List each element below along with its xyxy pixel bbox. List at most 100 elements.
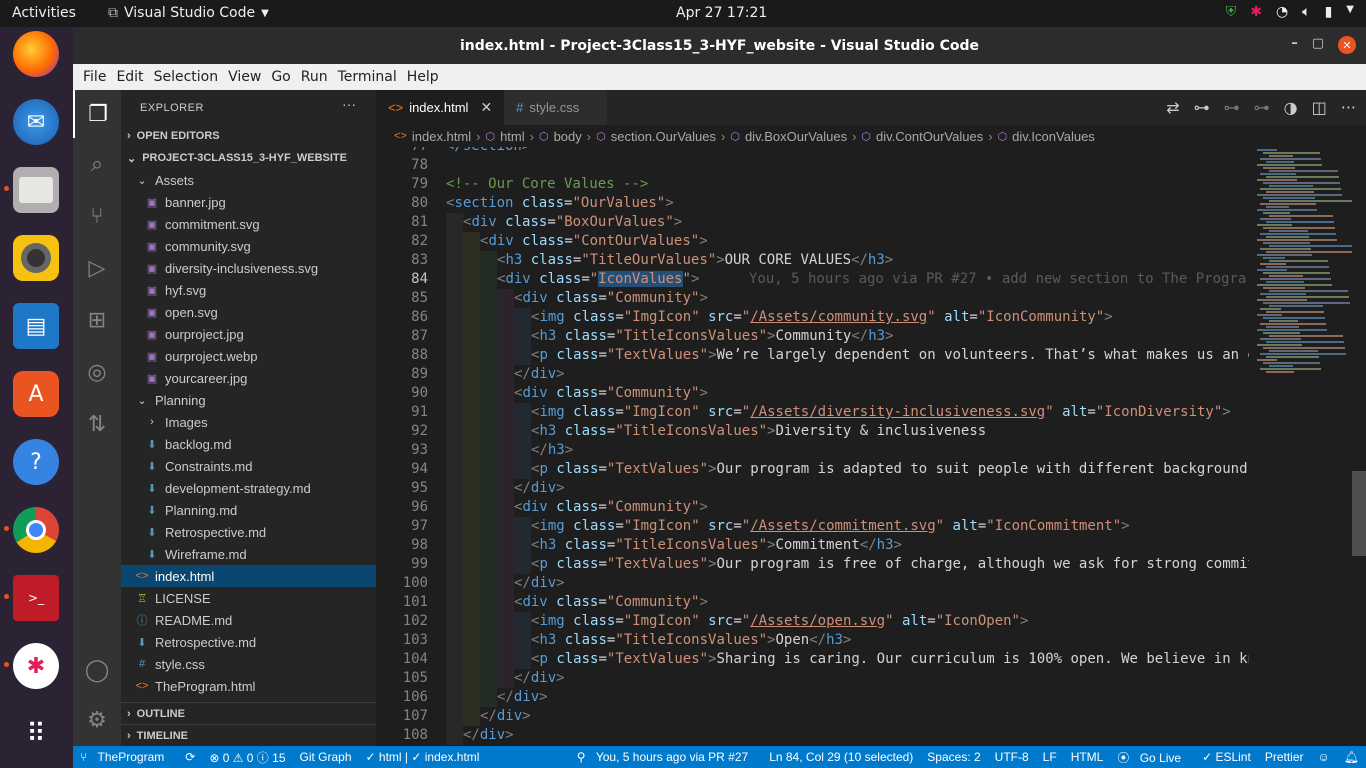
tree-item[interactable]: # style.css: [121, 653, 376, 675]
search-icon[interactable]: ⌕: [73, 140, 121, 188]
git-graph-button[interactable]: Git Graph: [293, 750, 359, 764]
menu-view[interactable]: View: [223, 69, 266, 85]
sync-icon[interactable]: ⟳: [178, 750, 202, 764]
breadcrumb-item[interactable]: index.html: [412, 129, 471, 144]
maximize-icon[interactable]: ▢: [1312, 36, 1324, 54]
explorer-icon[interactable]: ❐: [73, 90, 121, 138]
tab-style-css[interactable]: # style.css: [504, 90, 608, 125]
outline-section[interactable]: › OUTLINE: [121, 702, 376, 724]
menu-file[interactable]: File: [78, 69, 111, 85]
code-line[interactable]: 87 <h3 class="TitleIconsValues">Community…: [376, 327, 1249, 346]
pull-requests-icon[interactable]: ⇅: [73, 400, 121, 448]
code-line[interactable]: 95 </div>: [376, 479, 1249, 498]
tree-item[interactable]: ⬇ Retrospective.md: [121, 631, 376, 653]
tree-item[interactable]: ♖ LICENSE: [121, 587, 376, 609]
menu-selection[interactable]: Selection: [149, 69, 224, 85]
thunderbird-icon[interactable]: ✉: [13, 99, 59, 145]
software-center-icon[interactable]: A: [13, 371, 59, 417]
menu-help[interactable]: Help: [402, 69, 444, 85]
menu-run[interactable]: Run: [296, 69, 333, 85]
help-icon[interactable]: ?: [13, 439, 59, 485]
tree-item[interactable]: ⬇ Planning.md: [121, 499, 376, 521]
end-of-line[interactable]: LF: [1036, 750, 1064, 764]
accounts-icon[interactable]: ◯: [73, 646, 121, 694]
project-section[interactable]: ⌄ PROJECT-3CLASS15_3-HYF_WEBSITE: [121, 147, 376, 169]
firefox-icon[interactable]: [13, 31, 59, 77]
code-line[interactable]: 93 </h3>: [376, 441, 1249, 460]
tree-item[interactable]: ▣ diversity-inclusiveness.svg: [121, 257, 376, 279]
code-line[interactable]: 104 <p class="TextValues">Sharing is cari…: [376, 650, 1249, 669]
run-debug-icon[interactable]: ▷: [73, 244, 121, 292]
shield-icon[interactable]: ⛨: [1226, 4, 1237, 20]
editor-scrollbar[interactable]: [1352, 147, 1366, 746]
branch-indicator[interactable]: ⑂ TheProgram: [73, 750, 178, 764]
tree-item[interactable]: ⬇ development-strategy.md: [121, 477, 376, 499]
breadcrumb-item[interactable]: div.BoxOurValues: [745, 129, 847, 144]
tree-item[interactable]: ⬇ Retrospective.md: [121, 521, 376, 543]
code-line[interactable]: 106 </div>: [376, 688, 1249, 707]
chrome-icon[interactable]: [13, 507, 59, 553]
tree-item[interactable]: › Images: [121, 411, 376, 433]
chevron-down-icon[interactable]: ▼: [1346, 4, 1354, 20]
go-live-button[interactable]: ⦿ Go Live: [1110, 749, 1195, 766]
toggle-blame-icon[interactable]: ◑: [1284, 98, 1298, 117]
code-line[interactable]: 96 <div class="Community">: [376, 498, 1249, 517]
code-line[interactable]: 80 <section class="OurValues">: [376, 194, 1249, 213]
tree-item[interactable]: ▣ commitment.svg: [121, 213, 376, 235]
tree-item[interactable]: ⌄ Assets: [121, 169, 376, 191]
tree-item[interactable]: ⓘ README.md: [121, 609, 376, 631]
open-changes-icon[interactable]: ⇄: [1166, 98, 1179, 117]
code-line[interactable]: 83 <h3 class="TitleOurValues">OUR CORE VA…: [376, 251, 1249, 270]
more-actions-icon[interactable]: ···: [1341, 98, 1356, 117]
indentation[interactable]: Spaces: 2: [920, 750, 987, 764]
feedback-icon[interactable]: ☺: [1311, 750, 1337, 764]
terminal-icon[interactable]: >_: [13, 575, 59, 621]
code-line[interactable]: 92 <h3 class="TitleIconsValues">Diversity…: [376, 422, 1249, 441]
git-blame-indicator[interactable]: ⚲ You, 5 hours ago via PR #27: [570, 750, 762, 764]
code-line[interactable]: 84 <div class="IconValues"> You, 5 hours a…: [376, 270, 1249, 289]
next-change-icon[interactable]: ⊶: [1254, 98, 1270, 117]
breadcrumb-item[interactable]: html: [500, 129, 525, 144]
code-line[interactable]: 86 <img class="ImgIcon" src="/Assets/comm…: [376, 308, 1249, 327]
code-line[interactable]: 94 <p class="TextValues">Our program is a…: [376, 460, 1249, 479]
source-control-icon[interactable]: ⑂: [73, 192, 121, 240]
tree-item[interactable]: ▣ community.svg: [121, 235, 376, 257]
code-line[interactable]: 88 <p class="TextValues">We’re largely de…: [376, 346, 1249, 365]
eslint-status[interactable]: ✓ ESLint: [1195, 750, 1258, 764]
slack-icon[interactable]: ✱: [13, 643, 59, 689]
code-line[interactable]: 98 <h3 class="TitleIconsValues">Commitmen…: [376, 536, 1249, 555]
code-editor[interactable]: 77 </section> 78 79 <!-- Our Core Values -->…: [376, 147, 1249, 746]
code-line[interactable]: 81 <div class="BoxOurValues">: [376, 213, 1249, 232]
battery-icon[interactable]: ▮: [1325, 4, 1333, 20]
volume-icon[interactable]: 🔈︎: [1302, 4, 1310, 20]
breadcrumb-item[interactable]: div.IconValues: [1012, 129, 1095, 144]
tree-item[interactable]: ⬇ Wireframe.md: [121, 543, 376, 565]
tree-item[interactable]: ▣ yourcareer.jpg: [121, 367, 376, 389]
git-graph-icon[interactable]: ◎: [73, 348, 121, 396]
minimap[interactable]: [1249, 147, 1358, 746]
html-validation[interactable]: ✓ html | ✓ index.html: [359, 750, 487, 764]
tree-item[interactable]: ⬇ Constraints.md: [121, 455, 376, 477]
code-line[interactable]: 107 </div>: [376, 707, 1249, 726]
code-line[interactable]: 82 <div class="ContOurValues">: [376, 232, 1249, 251]
more-actions-icon[interactable]: ···: [342, 96, 356, 112]
code-line[interactable]: 89 </div>: [376, 365, 1249, 384]
slack-tray-icon[interactable]: ✱: [1250, 4, 1262, 20]
settings-gear-icon[interactable]: ⚙: [73, 696, 121, 744]
app-menu[interactable]: ⧉ Visual Studio Code ▼: [108, 5, 269, 21]
extensions-icon[interactable]: ⊞: [73, 296, 121, 344]
code-line[interactable]: 78: [376, 156, 1249, 175]
system-tray[interactable]: ⛨ ✱ ◔ 🔈︎ ▮ ▼: [1226, 4, 1354, 20]
code-line[interactable]: 101 <div class="Community">: [376, 593, 1249, 612]
close-tab-icon[interactable]: ✕: [480, 99, 492, 116]
prettier-status[interactable]: Prettier: [1258, 750, 1311, 764]
files-icon[interactable]: [13, 167, 59, 213]
breadcrumb-item[interactable]: div.ContOurValues: [876, 129, 983, 144]
minimize-icon[interactable]: –: [1291, 36, 1298, 54]
breadcrumb-item[interactable]: section.OurValues: [611, 129, 716, 144]
tree-item[interactable]: ⌄ Planning: [121, 389, 376, 411]
code-line[interactable]: 102 <img class="ImgIcon" src="/Assets/ope…: [376, 612, 1249, 631]
tab-index-html[interactable]: <> index.html ✕: [376, 90, 505, 125]
menu-go[interactable]: Go: [266, 69, 295, 85]
wifi-icon[interactable]: ◔: [1276, 4, 1288, 20]
